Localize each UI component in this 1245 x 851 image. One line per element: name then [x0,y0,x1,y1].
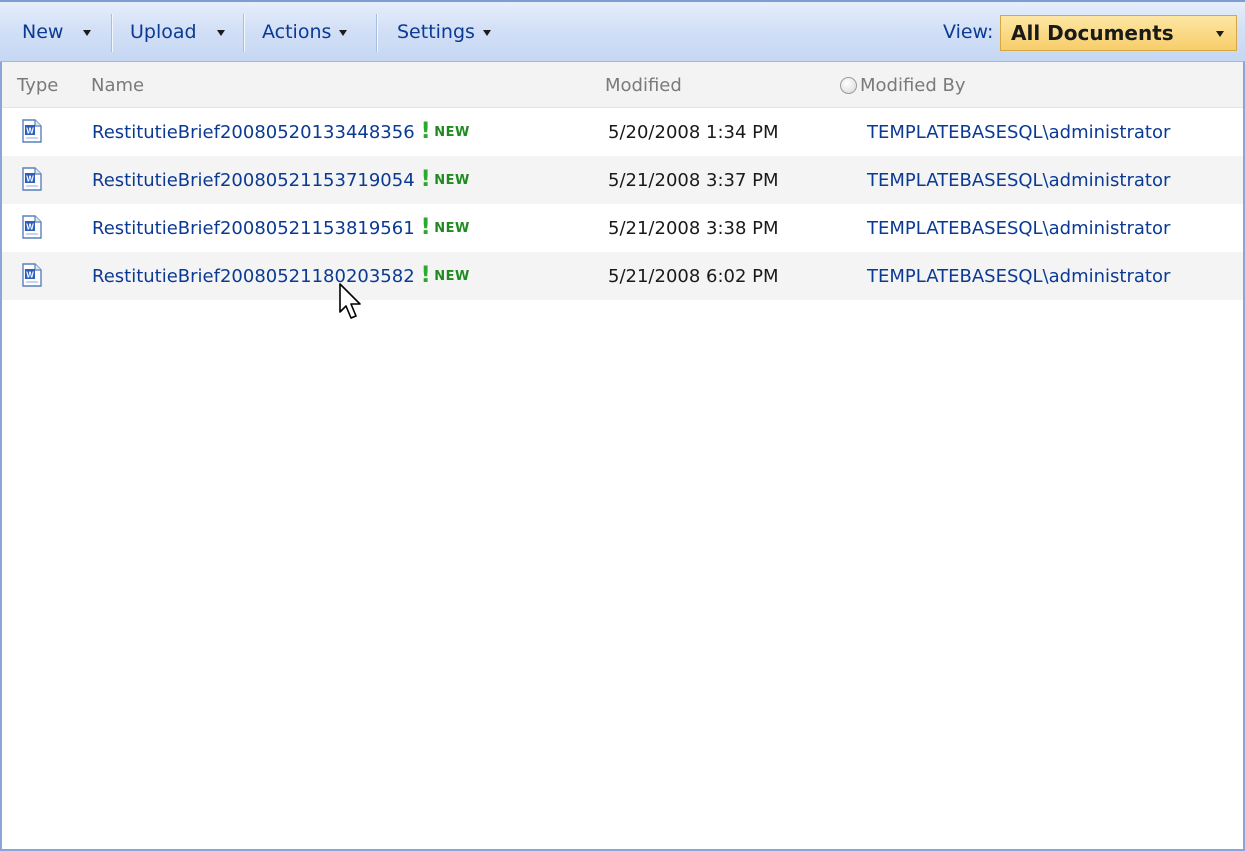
new-menu-label: New [22,21,64,43]
select-radio-icon[interactable] [840,76,857,94]
new-badge-label: NEW [434,268,470,284]
upload-menu-button[interactable]: Upload [130,2,225,62]
word-document-icon[interactable]: W [22,263,42,287]
modified-by-link[interactable]: TEMPLATEBASESQL\administrator [867,156,1170,204]
view-select[interactable]: All Documents [1000,15,1237,51]
view-label: View: [943,21,994,43]
new-badge: ! NEW [421,217,470,239]
word-document-icon[interactable]: W [22,215,42,239]
svg-text:W: W [26,223,34,232]
svg-text:W: W [26,127,34,136]
table-row[interactable]: W RestitutieBrief20080521180203582 ! NEW … [2,252,1243,300]
chevron-down-icon [339,30,348,36]
modified-date: 5/21/2008 3:38 PM [608,217,779,239]
modified-date: 5/21/2008 6:02 PM [608,265,779,287]
chevron-down-icon [482,30,491,36]
settings-menu-label: Settings [397,21,475,43]
svg-text:W: W [26,175,34,184]
svg-text:W: W [26,271,34,280]
word-document-icon[interactable]: W [22,119,42,143]
new-badge-label: NEW [434,220,470,236]
new-badge: ! NEW [421,121,470,143]
chevron-down-icon [216,30,225,36]
settings-menu-button[interactable]: Settings [397,2,491,62]
document-name-link[interactable]: RestitutieBrief20080520133448356 [92,122,415,143]
column-header-modified-by[interactable]: Modified By [840,62,966,108]
mouse-pointer-icon [339,283,361,319]
modified-by-link[interactable]: TEMPLATEBASESQL\administrator [867,108,1170,156]
exclamation-icon: ! [420,167,432,192]
column-header-name[interactable]: Name [91,62,144,108]
toolbar-divider [376,14,377,52]
table-row[interactable]: W RestitutieBrief20080521153719054 ! NEW … [2,156,1243,204]
column-header-type[interactable]: Type [17,62,58,108]
new-badge: ! NEW [421,169,470,191]
chevron-down-icon [83,30,92,36]
toolbar-divider [111,14,112,52]
word-document-icon[interactable]: W [22,167,42,191]
column-header-modified[interactable]: Modified [605,62,682,108]
view-select-value: All Documents [1011,21,1174,45]
table-row[interactable]: W RestitutieBrief20080521153819561 ! NEW … [2,204,1243,252]
document-name-link[interactable]: RestitutieBrief20080521180203582 [92,266,415,287]
library-toolbar: New Upload Actions Settings View: All Do… [0,0,1245,62]
exclamation-icon: ! [420,215,432,240]
column-header-row: Type Name Modified Modified By [2,62,1243,108]
actions-menu-button[interactable]: Actions [262,2,348,62]
toolbar-divider [243,14,244,52]
exclamation-icon: ! [420,263,432,288]
modified-date: 5/20/2008 1:34 PM [608,121,779,143]
table-row[interactable]: W RestitutieBrief20080520133448356 ! NEW … [2,108,1243,156]
document-name-link[interactable]: RestitutieBrief20080521153819561 [92,218,415,239]
upload-menu-label: Upload [130,21,197,43]
new-badge-label: NEW [434,172,470,188]
new-badge-label: NEW [434,124,470,140]
column-header-modified-by-label: Modified By [860,74,966,96]
modified-date: 5/21/2008 3:37 PM [608,169,779,191]
document-name-link[interactable]: RestitutieBrief20080521153719054 [92,170,415,191]
exclamation-icon: ! [420,119,432,144]
modified-by-link[interactable]: TEMPLATEBASESQL\administrator [867,252,1170,300]
actions-menu-label: Actions [262,21,332,43]
modified-by-link[interactable]: TEMPLATEBASESQL\administrator [867,204,1170,252]
chevron-down-icon [1216,31,1224,37]
new-menu-button[interactable]: New [22,2,92,62]
new-badge: ! NEW [421,265,470,287]
